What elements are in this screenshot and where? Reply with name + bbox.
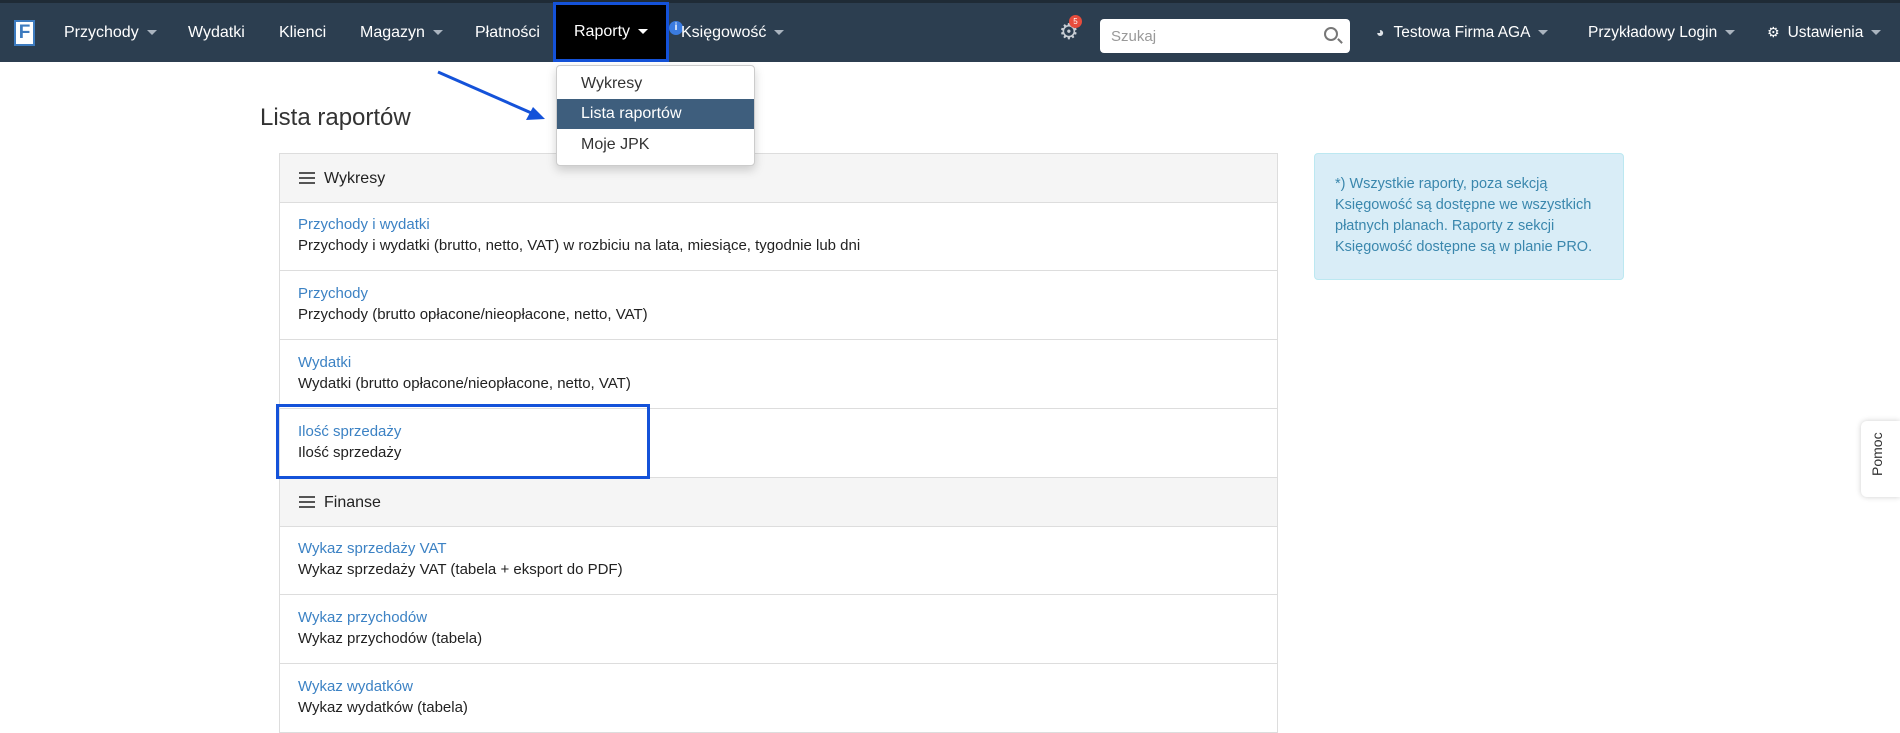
report-link[interactable]: Wydatki [298,354,351,371]
report-row: Przychody i wydatki Przychody i wydatki … [280,203,1277,271]
nav-wydatki[interactable]: Wydatki [188,3,245,62]
report-description: Wykaz sprzedaży VAT (tabela + eksport do… [298,561,623,578]
help-tab[interactable]: Pomoc [1861,421,1900,497]
user-menu[interactable]: Przykładowy Login [1588,3,1736,62]
caret-down-icon [1725,30,1736,36]
report-row: Wykaz wydatków Wykaz wydatków (tabela) [280,665,1277,733]
nav-przychody-label: Przychody [64,24,139,41]
nav-klienci[interactable]: Klienci [279,3,326,62]
report-row: Wykaz przychodów Wykaz przychodów (tabel… [280,596,1277,664]
caret-down-icon [432,30,443,36]
gear-icon: ⚙ [1767,24,1780,40]
nav-ksiegowosc[interactable]: Księgowość [681,3,785,62]
help-label: Pomoc [1869,432,1885,476]
section-title: Finanse [324,494,381,511]
report-description: Wykaz przychodów (tabela) [298,630,483,647]
search-box [1100,19,1350,53]
nav-platnosci-label: Płatności [475,24,540,41]
login-name: Przykładowy Login [1588,24,1718,41]
report-link[interactable]: Przychody i wydatki [298,216,430,233]
nav-raporty[interactable]: Raporty [553,2,670,62]
report-description: Wykaz wydatków (tabela) [298,699,468,716]
raporty-dropdown-menu: Wykresy Lista raportów Moje JPK [556,65,755,166]
nav-platnosci[interactable]: Płatności [475,3,540,62]
nav-raporty-label: Raporty [574,23,631,40]
search-input[interactable] [1111,20,1321,52]
notification-count-badge: 5 [1069,15,1082,28]
nav-magazyn[interactable]: Magazyn [360,3,443,62]
info-alert: *) Wszystkie raporty, poza sekcją Księgo… [1314,153,1624,280]
hamburger-icon [299,172,315,184]
report-link[interactable]: Przychody [298,285,368,302]
report-link[interactable]: Wykaz wydatków [298,678,413,695]
section-title: Wykresy [324,170,386,187]
section-header-wykresy: Wykresy [280,154,1277,203]
annotation-highlight-box [276,404,650,479]
nav-klienci-label: Klienci [279,24,327,41]
annotation-arrow-icon [437,70,545,120]
caret-down-icon [638,29,649,35]
report-row: Wydatki Wydatki (brutto opłacone/nieopła… [280,341,1277,409]
nav-magazyn-label: Magazyn [360,24,425,41]
dropdown-item-wykresy[interactable]: Wykresy [557,69,754,99]
report-description: Wydatki (brutto opłacone/nieopłacone, ne… [298,375,631,392]
nav-przychody[interactable]: Przychody [64,3,157,62]
page-title: Lista raportów [260,104,411,131]
settings-menu[interactable]: ⚙ Ustawienia [1767,3,1882,62]
report-row: Przychody Przychody (brutto opłacone/nie… [280,272,1277,340]
report-description: Przychody (brutto opłacone/nieopłacone, … [298,306,648,323]
caret-down-icon [1538,30,1549,36]
dashboard-icon: ◕ [1376,24,1385,40]
nav-ksiegowosc-label: Księgowość [681,24,767,41]
section-header-finanse: Finanse [280,478,1277,527]
dropdown-item-lista-raportow[interactable]: Lista raportów [557,99,754,129]
hamburger-icon [299,496,315,508]
caret-down-icon [774,30,785,36]
report-link[interactable]: Wykaz sprzedaży VAT [298,540,447,557]
app-logo[interactable]: F [14,20,35,46]
company-menu[interactable]: ◕ Testowa Firma AGA [1376,3,1549,62]
caret-down-icon [1871,30,1882,36]
search-icon[interactable] [1324,27,1338,41]
company-name: Testowa Firma AGA [1393,24,1531,41]
caret-down-icon [146,30,157,36]
top-navbar: F Przychody Wydatki Klienci Magazyn Płat… [0,0,1900,62]
report-row: Wykaz sprzedaży VAT Wykaz sprzedaży VAT … [280,527,1277,595]
report-link[interactable]: Wykaz przychodów [298,609,427,626]
report-description: Przychody i wydatki (brutto, netto, VAT)… [298,237,861,254]
nav-wydatki-label: Wydatki [188,24,245,41]
settings-label: Ustawienia [1787,24,1864,41]
dropdown-item-moje-jpk[interactable]: Moje JPK [557,130,754,160]
notifications-button[interactable]: ⚙ 5 [1059,15,1082,43]
